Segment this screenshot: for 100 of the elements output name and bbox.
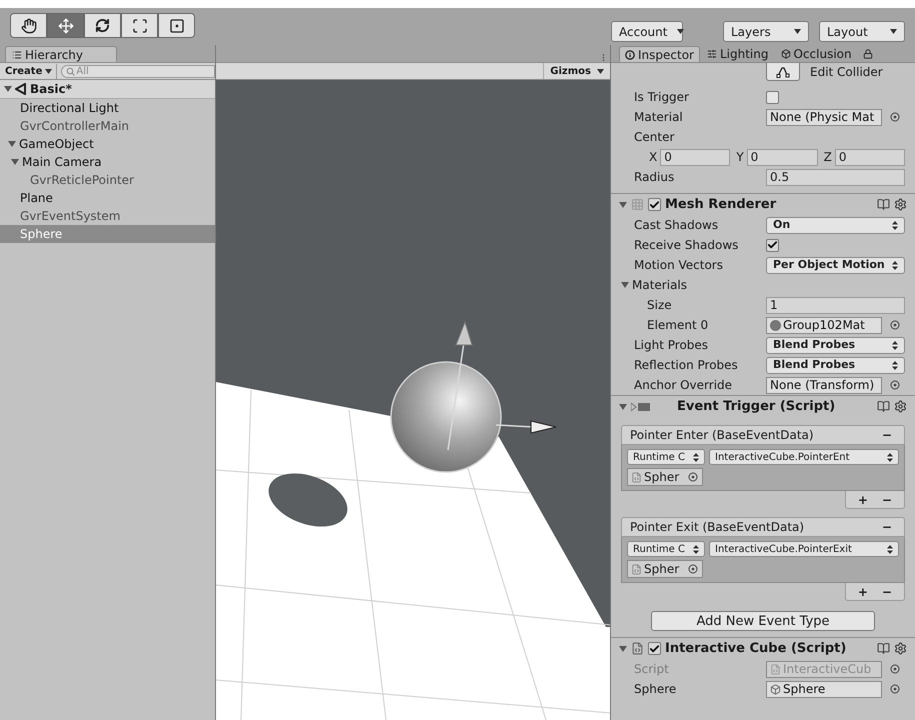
dropdown[interactable]: InteractiveCube.PointerExit [709,541,899,557]
hierarchy-tab[interactable]: Hierarchy [5,46,117,62]
object-field[interactable]: Group102Mat [766,316,882,334]
checkbox[interactable] [648,642,661,655]
menu-dropdown[interactable]: Account [611,21,683,42]
script-icon [631,472,642,482]
field-label: Script [634,661,670,678]
component-title: Mesh Renderer [665,196,778,214]
foldout-triangle-icon[interactable] [619,644,627,652]
inspector-tab[interactable]: Occlusion [776,46,857,62]
add-button[interactable]: + [858,490,868,508]
foldout-triangle-icon[interactable] [621,281,629,289]
hierarchy-item[interactable]: GvrEventSystem [0,207,215,225]
axis-label: Z [824,149,832,166]
remove-button[interactable]: − [878,426,896,444]
create-button[interactable]: Create [5,64,58,78]
script-icon [631,564,642,574]
field-label: Size [647,297,673,314]
object-picker-icon[interactable] [890,320,900,330]
list-icon [12,50,22,60]
number-field[interactable]: 0 [834,148,905,166]
checkbox[interactable] [766,90,779,104]
component-title: Event Trigger (Script) [677,398,836,416]
foldout-triangle-icon[interactable] [619,402,627,410]
gizmos-button[interactable]: Gizmos [543,63,610,79]
hierarchy-item[interactable]: GvrReticlePointer [0,171,215,189]
dropdown-arrows-icon [892,260,898,270]
dropdown-arrows-icon [887,544,893,554]
scene-root-row[interactable]: Basic* [0,80,215,99]
number-field[interactable]: 0 [746,148,818,166]
object-picker-icon[interactable] [688,472,698,482]
dropdown[interactable]: Blend Probes [766,336,905,354]
object-field[interactable]: Spher [627,560,703,578]
edit-collider-button[interactable]: Edit Collider [766,63,889,81]
menu-dropdown[interactable]: Layout [819,21,905,42]
tool-button[interactable] [47,13,84,38]
tool-button[interactable] [121,13,158,38]
caret-icon [597,68,604,74]
caret-icon [45,68,52,74]
object-picker-icon[interactable] [890,380,900,390]
object-field[interactable]: None (Transform) [766,376,882,394]
tab-label: Inspector [638,46,694,64]
hierarchy-item[interactable]: Plane [0,189,215,207]
field-label: Anchor Override [634,377,734,394]
inspector-tab[interactable]: Lighting [702,46,774,62]
event-icon [631,402,651,412]
caret-icon [794,29,801,34]
settings-icon[interactable] [894,642,907,655]
foldout-triangle-icon[interactable] [8,140,16,148]
foldout-triangle-icon[interactable] [11,158,19,166]
script-icon [631,642,644,655]
text-field[interactable]: 0.5 [766,168,905,186]
tab-label: Hierarchy [25,46,84,64]
remove-button[interactable]: − [878,518,896,536]
dropdown[interactable]: Blend Probes [766,356,905,374]
object-field[interactable]: Sphere [766,680,882,698]
add-event-button[interactable]: Add New Event Type [651,611,875,631]
help-icon[interactable] [877,400,890,413]
foldout-triangle-icon[interactable] [4,85,12,93]
settings-icon[interactable] [894,400,907,413]
checkbox[interactable] [766,238,779,252]
field-label: Receive Shadows [634,237,740,254]
foldout-label[interactable]: Materials [632,276,688,294]
help-icon[interactable] [877,198,890,211]
dropdown[interactable]: Per Object Motion [766,256,905,274]
field-label: Center [634,129,674,146]
object-picker-icon[interactable] [890,112,900,122]
tool-button[interactable] [84,13,121,38]
hierarchy-item[interactable]: Directional Light [0,99,215,117]
field-label: Light Probes [634,337,710,354]
help-icon[interactable] [877,642,890,655]
dropdown[interactable]: Runtime C [627,449,705,465]
number-field[interactable]: 0 [660,148,730,166]
text-field[interactable]: 1 [766,296,905,314]
object-picker-icon[interactable] [688,564,698,574]
checkbox[interactable] [648,198,661,211]
dropdown[interactable]: On [766,216,905,234]
tool-button[interactable] [158,13,195,38]
object-field[interactable]: Spher [627,468,703,486]
add-button[interactable]: + [858,582,868,600]
tab-label: Lighting [720,46,768,63]
hierarchy-item[interactable]: Main Camera [0,153,215,171]
button-label: Edit Collider [810,64,883,81]
field-label: Motion Vectors [634,257,724,274]
settings-icon[interactable] [894,198,907,211]
remove-button[interactable]: − [882,490,892,508]
field-label: Reflection Probes [634,357,739,374]
hierarchy-item[interactable]: GameObject [0,135,215,153]
tool-button[interactable] [10,13,47,38]
remove-button[interactable]: − [882,582,892,600]
object-field[interactable]: None (Physic Mat [766,108,882,126]
menu-dropdown[interactable]: Layers [723,21,809,42]
lock-icon[interactable] [862,49,873,59]
hierarchy-item[interactable]: GvrControllerMain [0,117,215,135]
dropdown[interactable]: InteractiveCube.PointerEnt [709,449,899,465]
event-title: Pointer Enter (BaseEventData) [630,427,814,444]
dropdown[interactable]: Runtime C [627,541,705,557]
inspector-tab[interactable]: Inspector [619,46,700,62]
rotate-icon [95,18,110,33]
foldout-triangle-icon[interactable] [619,200,627,208]
